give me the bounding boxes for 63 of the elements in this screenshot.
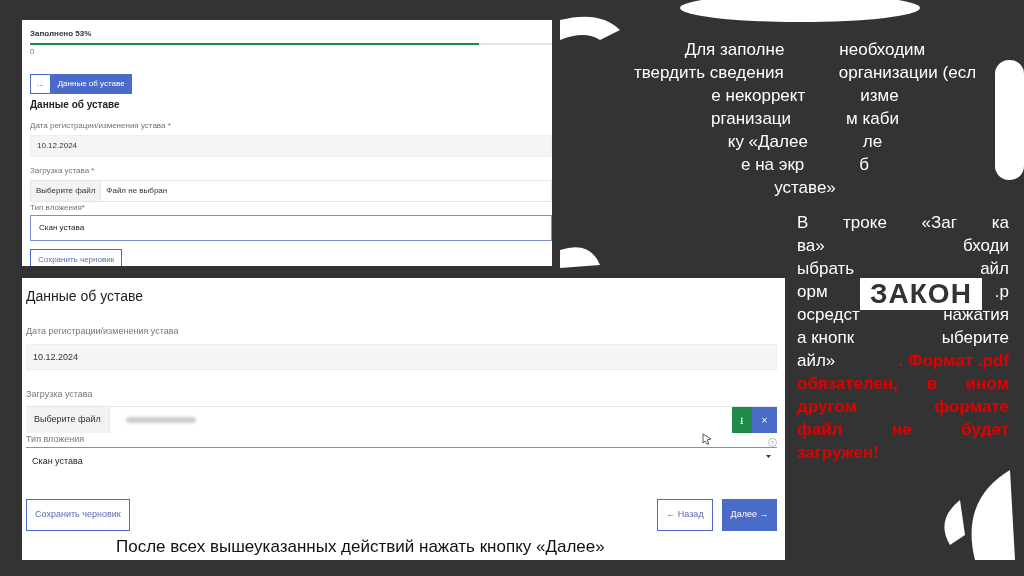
instruction-text: Для заполне [684, 39, 785, 61]
instruction-text: айл» [797, 350, 836, 372]
instruction-text: айл [980, 258, 1009, 280]
save-draft-button[interactable]: Сохранить черновик [30, 249, 123, 266]
form-heading: Данные об уставе [30, 98, 121, 112]
warning-text: . Формат .pdf [898, 350, 1009, 372]
blurred-file-name [125, 417, 196, 423]
instruction-text: рганизаци [711, 108, 792, 130]
field-label: Дата регистрации/изменения устава [26, 325, 180, 338]
progress-label: Заполнено 53% [30, 28, 93, 40]
instruction-text: е некоррект [711, 85, 806, 107]
instruction-text: ыбрать [797, 258, 855, 280]
instruction-text: троке [843, 212, 887, 234]
instruction-text: ку «Далее [727, 131, 808, 153]
field-label: Загрузка устава [26, 387, 94, 401]
caption-text: После всех вышеуказанных действий нажать кнопку «Далее» [116, 535, 606, 558]
ornament-drawing [560, 246, 600, 268]
caret-icon [766, 454, 771, 458]
instruction-text: бходи [963, 235, 1009, 257]
instruction-text: ка [991, 212, 1009, 234]
warning-text: другом формате [797, 396, 1009, 418]
instruction-text: ле [862, 131, 883, 153]
download-button[interactable]: ⭳ [732, 407, 752, 433]
breadcrumb-tab[interactable]: Данные об уставе [50, 74, 132, 94]
instruction-text: изме [860, 85, 899, 107]
remove-file-button[interactable]: × [752, 407, 777, 433]
instruction-text: твердить сведения [633, 62, 784, 84]
form-heading: Данные об уставе [26, 287, 145, 306]
instruction-text: орм [797, 281, 828, 303]
instruction-text: организации (есл [838, 62, 977, 84]
field-label: Тип вложения* [30, 202, 86, 214]
instruction-text: ва» [797, 235, 825, 257]
instruction-text: е на экр [740, 154, 805, 176]
field-label: Загрузка устава * [30, 165, 96, 177]
instruction-text: «Заг [921, 212, 957, 234]
warning-text: обязателен, в ином [797, 373, 1009, 395]
instruction-text: .p [994, 281, 1009, 303]
instruction-text: ыберите [941, 327, 1009, 349]
attachment-type-select[interactable]: Скан устава [30, 215, 552, 241]
ornament-drawing [560, 16, 620, 41]
breadcrumb-tab[interactable]: ... [30, 74, 51, 94]
file-upload-field[interactable]: Выберите файл Файл не выбран [30, 180, 552, 202]
choose-file-button[interactable]: Выберите файл [26, 407, 110, 433]
field-label: Дата регистрации/изменения устава * [30, 120, 172, 132]
field-label: Тип вложения [26, 433, 85, 446]
instruction-text: м каби [846, 108, 899, 130]
law-sign: ЗАКОН [860, 278, 982, 310]
date-field[interactable]: 10.12.2024 [26, 343, 777, 370]
next-button[interactable]: Далее → [722, 499, 777, 531]
instruction-text: осредст [797, 304, 860, 326]
save-draft-button[interactable]: Сохранить черновик [26, 499, 130, 531]
attachment-type-select[interactable]: Скан устава [26, 447, 777, 475]
instruction-text: б [859, 154, 870, 176]
warning-text: файл не будет [797, 419, 1009, 441]
date-field[interactable]: 10.12.2024 [30, 135, 552, 157]
instruction-text: необходим [839, 39, 926, 61]
warning-text: загружен! [797, 442, 880, 464]
instruction-text: уставе» [774, 177, 836, 199]
cursor-icon [702, 433, 712, 445]
back-button[interactable]: ← Назад [657, 499, 713, 531]
progress-note: 0 [30, 46, 36, 58]
instruction-text: а кнопк [797, 327, 855, 349]
instruction-text: В [797, 212, 809, 234]
